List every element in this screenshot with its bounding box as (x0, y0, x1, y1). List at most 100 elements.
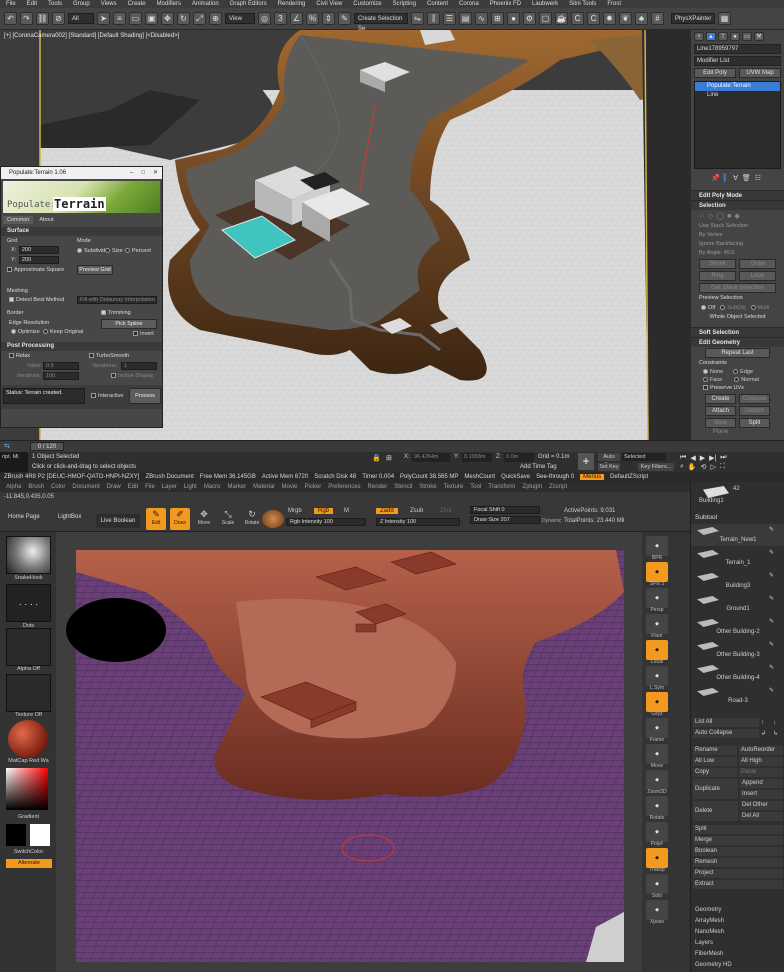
use-stack-selection[interactable]: Use Stack Selection (691, 222, 784, 231)
menu-rendering[interactable]: Rendering (278, 1, 306, 7)
edit-named-selection-icon[interactable]: ✎ (338, 12, 351, 25)
zmenu-material[interactable]: Material (253, 484, 274, 490)
texture-thumbnail[interactable] (6, 674, 51, 712)
color-picker[interactable] (6, 768, 48, 810)
switch-color-button[interactable]: SwitchColor (4, 849, 53, 855)
secondary-color-swatch[interactable] (30, 824, 50, 846)
menu-graph-editors[interactable]: Graph Editors (230, 1, 267, 7)
arrow-right-icon[interactable]: ↳ (773, 730, 783, 737)
fov-icon[interactable]: ▷ (711, 463, 716, 471)
brush-thumbnail[interactable] (6, 536, 51, 574)
merge-menu[interactable]: Merge (693, 836, 783, 845)
visibility-icon[interactable]: ✎ (769, 572, 774, 579)
right-tool-polyf[interactable]: ◆ (646, 822, 668, 842)
preview-multi-radio[interactable]: Multi (750, 304, 769, 311)
zmenu-render[interactable]: Render (368, 484, 388, 490)
railclone-icon[interactable]: # (651, 12, 664, 25)
zsub-button[interactable]: Zsub (410, 508, 423, 514)
physx-painter-button[interactable]: PhysXPainter (671, 13, 715, 24)
pivot-center-icon[interactable]: ◎ (258, 12, 271, 25)
by-angle[interactable]: By Angle: 45.0 (691, 249, 784, 258)
maxscript-listener[interactable]: ript. Mi (0, 452, 28, 472)
auto-key-button[interactable]: Auto Key (598, 453, 620, 468)
right-tool-zoom3d[interactable]: ◆ (646, 770, 668, 790)
right-tool-floor[interactable]: ◆ (646, 614, 668, 634)
menu-content[interactable]: Content (427, 1, 448, 7)
duplicate-button[interactable]: Duplicate (693, 779, 738, 799)
extra-tool-icon[interactable]: ▦ (718, 12, 731, 25)
place-icon[interactable]: ⊕ (209, 12, 222, 25)
invert-checkbox[interactable]: Invert (133, 331, 154, 337)
turbo-iterations-field[interactable]: 1 (121, 362, 157, 370)
motion-tab-icon[interactable]: ● (730, 31, 740, 41)
process-button[interactable]: Process (129, 388, 161, 404)
visibility-icon[interactable]: ✎ (769, 687, 774, 694)
right-tool-frame[interactable]: ◆ (646, 718, 668, 738)
close-icon[interactable]: ✕ (153, 167, 158, 179)
copy-button[interactable]: Copy (693, 768, 737, 777)
menus-button[interactable]: Menus (580, 474, 605, 480)
right-tool-xpose[interactable]: ◆ (646, 900, 668, 920)
zmenu-alpha[interactable]: Alpha (6, 484, 21, 490)
material-editor-icon[interactable]: ● (507, 12, 520, 25)
section-fibermesh[interactable]: FiberMesh (691, 950, 784, 959)
slice-plane-button[interactable]: Slice Plane (705, 418, 736, 435)
zcut-button[interactable]: Zcut (440, 508, 452, 514)
preview-grid-button[interactable]: Preview Grid (77, 265, 113, 275)
relax-iterations-field[interactable]: 100 (43, 372, 79, 380)
menu-views[interactable]: Views (101, 1, 117, 7)
fill-method-dropdown[interactable]: Fill with Delaunay Interpolation (77, 296, 157, 304)
show-end-result-icon[interactable]: ▍ (724, 174, 729, 182)
auto-collapse-button[interactable]: Auto Collapse (693, 729, 759, 738)
subtool-title[interactable]: Subtool (695, 514, 717, 521)
render-production-icon[interactable]: ☕ (555, 12, 568, 25)
ribbon-icon[interactable]: ▤ (459, 12, 472, 25)
menu-tools[interactable]: Tools (48, 1, 62, 7)
approx-square-checkbox[interactable]: Approximate Square (7, 267, 64, 273)
create-button[interactable]: Create (705, 394, 736, 404)
render-setup-icon[interactable]: ⚙ (523, 12, 536, 25)
utilities-tab-icon[interactable]: ⚒ (754, 31, 764, 41)
selection-filter-dropdown[interactable]: All (68, 13, 94, 24)
detect-best-checkbox[interactable]: Detect Best Method (9, 297, 64, 303)
mrgb-button[interactable]: Mrgb (288, 508, 302, 514)
populate-titlebar[interactable]: Populate:Terrain 1.06 – □ ✕ (1, 167, 162, 179)
corona-render-icon[interactable]: C (571, 12, 584, 25)
rotate-tool-button[interactable]: ↻ Rotate (242, 508, 262, 530)
z-intensity-slider[interactable]: Z Intensity 100 (376, 518, 460, 526)
menu-modifiers[interactable]: Modifiers (157, 1, 181, 7)
shrink-button[interactable]: Shrink (699, 259, 736, 269)
ring-button[interactable]: Ring (699, 271, 736, 281)
section-geometry-hd[interactable]: Geometry HD (691, 961, 784, 970)
current-tool-thumbnail[interactable] (703, 486, 729, 498)
snap-toggle-icon[interactable]: 3 (274, 12, 287, 25)
move-up-icon[interactable]: ↑ (761, 720, 771, 726)
unlink-icon[interactable]: ⊘ (52, 12, 65, 25)
zmenu-document[interactable]: Document (72, 484, 99, 490)
pan-icon[interactable]: ✋ (688, 463, 697, 471)
stroke-thumbnail[interactable]: · · · · (6, 584, 51, 622)
grow-button[interactable]: Grow (739, 259, 776, 269)
attach-button[interactable]: Attach (705, 406, 736, 416)
section-arraymesh[interactable]: ArrayMesh (691, 917, 784, 926)
subtool-item[interactable]: ✎ Other Building-3 (691, 639, 784, 661)
relax-value-field[interactable]: 0.5 (43, 362, 79, 370)
display-tab-icon[interactable]: ▭ (742, 31, 752, 41)
preserve-uvs-checkbox[interactable]: Preserve UVs (691, 384, 784, 393)
section-layers[interactable]: Layers (691, 939, 784, 948)
menu-sitni-tools[interactable]: Sitni Tools (569, 1, 596, 7)
pin-stack-icon[interactable]: 📌 (711, 174, 720, 182)
corona-interactive-icon[interactable]: C (587, 12, 600, 25)
visibility-icon[interactable]: ✎ (769, 618, 774, 625)
constraint-edge-radio[interactable]: Edge (733, 369, 753, 375)
delete-button[interactable]: Delete (693, 801, 738, 821)
angle-snap-icon[interactable]: ∠ (290, 12, 303, 25)
redo-icon[interactable]: ↷ (20, 12, 33, 25)
primary-color-swatch[interactable] (6, 824, 26, 846)
remesh-menu[interactable]: Remesh (693, 858, 783, 867)
grid-y-field[interactable]: 200 (19, 256, 59, 264)
link-icon[interactable]: ⛓ (36, 12, 49, 25)
collapse-button[interactable]: Collapse (739, 394, 770, 404)
zmenu-marker[interactable]: Marker (227, 484, 246, 490)
zmenu-file[interactable]: File (145, 484, 155, 490)
